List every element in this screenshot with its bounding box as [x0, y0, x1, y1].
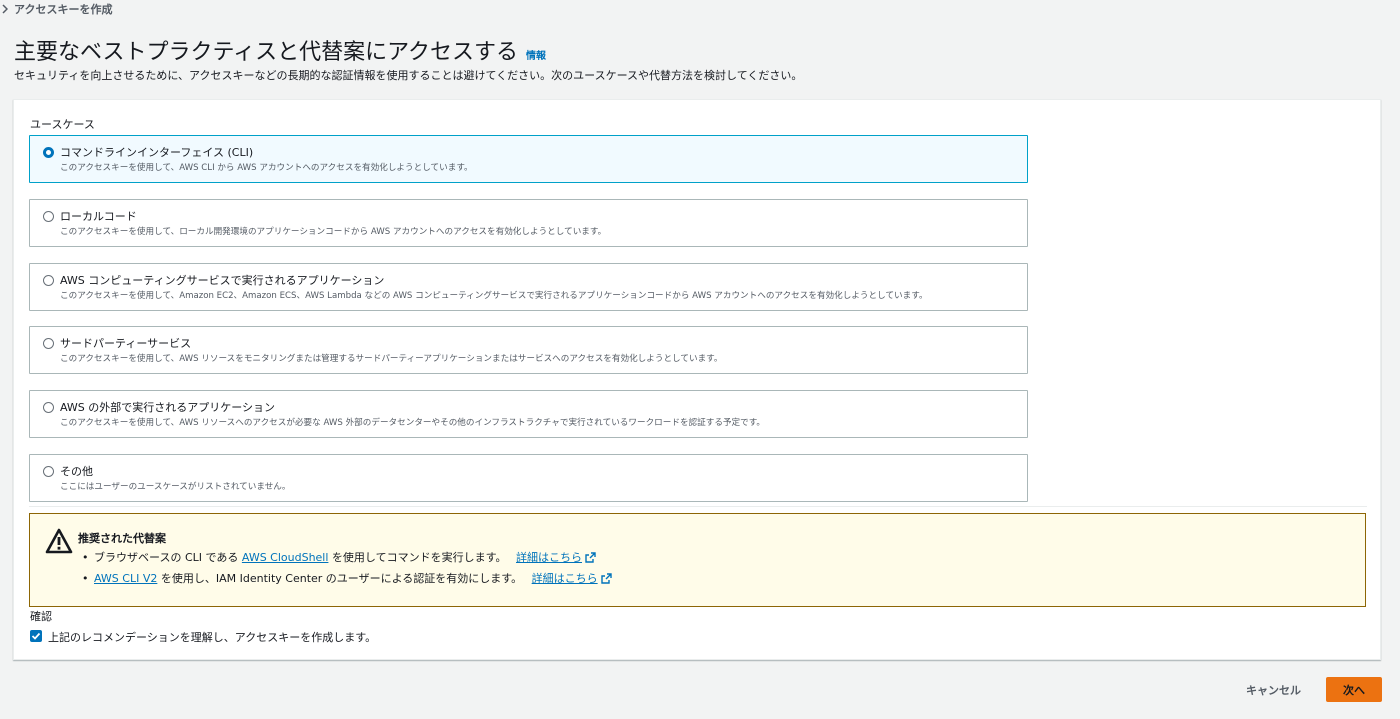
option-description: このアクセスキーを使用して、AWS リソースをモニタリングまたは管理するサードパ… — [60, 354, 723, 364]
option-description: ここにはユーザーのユースケースがリストされていません。 — [60, 482, 291, 492]
learn-more-link[interactable]: 詳細はこちら — [516, 551, 596, 564]
option-title: AWS コンピューティングサービスで実行されるアプリケーション — [60, 274, 385, 287]
page-title: 主要なベストプラクティスと代替案にアクセスする — [14, 40, 519, 65]
chevron-right-icon — [2, 4, 8, 14]
option-title: サードパーティーサービス — [60, 337, 192, 350]
use-case-option-aws-compute[interactable]: AWS コンピューティングサービスで実行されるアプリケーション このアクセスキー… — [29, 263, 1028, 311]
radio-button[interactable] — [43, 338, 54, 349]
option-description: このアクセスキーを使用して、Amazon EC2、Amazon ECS、AWS … — [60, 291, 928, 301]
radio-button[interactable] — [43, 211, 54, 222]
radio-button[interactable] — [43, 402, 54, 413]
option-title: AWS の外部で実行されるアプリケーション — [60, 401, 276, 414]
learn-more-link[interactable]: 詳細はこちら — [532, 572, 612, 585]
alert-title: 推奨された代替案 — [78, 532, 166, 545]
use-case-option-outside-aws[interactable]: AWS の外部で実行されるアプリケーション このアクセスキーを使用して、AWS … — [29, 390, 1028, 438]
cancel-button[interactable]: キャンセル — [1238, 678, 1309, 702]
alert-item-text: ブラウザベースの CLI である — [94, 551, 239, 564]
use-case-label: ユースケース — [30, 118, 95, 131]
confirm-checkbox-label[interactable]: 上記のレコメンデーションを理解し、アクセスキーを作成します。 — [48, 629, 376, 645]
alert-item-text: を使用してコマンドを実行します。 — [331, 551, 507, 564]
option-description: このアクセスキーを使用して、AWS リソースへのアクセスが必要な AWS 外部の… — [60, 418, 766, 428]
alert-item: AWS CLI V2 を使用し、IAM Identity Center のユーザ… — [82, 570, 612, 591]
option-description: このアクセスキーを使用して、ローカル開発環境のアプリケーションコードから AWS… — [60, 227, 607, 237]
option-title: コマンドラインインターフェイス (CLI) — [60, 146, 254, 159]
use-case-option-other[interactable]: その他 ここにはユーザーのユースケースがリストされていません。 — [29, 454, 1028, 502]
option-description: このアクセスキーを使用して、AWS CLI から AWS アカウントへのアクセス… — [60, 163, 473, 173]
radio-button[interactable] — [43, 147, 54, 158]
use-case-option-local-code[interactable]: ローカルコード このアクセスキーを使用して、ローカル開発環境のアプリケーションコ… — [29, 199, 1028, 247]
use-case-option-cli[interactable]: コマンドラインインターフェイス (CLI) このアクセスキーを使用して、AWS … — [29, 135, 1028, 183]
breadcrumb-item[interactable]: アクセスキーを作成 — [14, 1, 112, 17]
warning-icon — [45, 528, 73, 554]
confirm-label: 確認 — [30, 610, 52, 623]
confirm-checkbox[interactable] — [30, 630, 42, 642]
external-link-icon — [585, 552, 596, 563]
alert-item-text: を使用し、IAM Identity Center のユーザーによる認証を有効にし… — [160, 572, 523, 585]
divider — [29, 506, 1367, 507]
aws-cli-v2-link[interactable]: AWS CLI V2 — [94, 572, 157, 585]
check-icon — [31, 632, 41, 640]
info-link[interactable]: 情報 — [526, 47, 546, 62]
breadcrumb: アクセスキーを作成 — [2, 1, 112, 17]
learn-more-text: 詳細はこちら — [516, 551, 583, 564]
cloudshell-link[interactable]: AWS CloudShell — [242, 551, 329, 564]
external-link-icon — [600, 573, 612, 584]
option-title: その他 — [60, 465, 93, 478]
page-subtitle: セキュリティを向上させるために、アクセスキーなどの長期的な認証情報を使用すること… — [14, 69, 803, 82]
use-case-option-third-party[interactable]: サードパーティーサービス このアクセスキーを使用して、AWS リソースをモニタリ… — [29, 326, 1028, 374]
radio-button[interactable] — [43, 466, 54, 477]
use-case-panel: ユースケース コマンドラインインターフェイス (CLI) このアクセスキーを使用… — [13, 99, 1381, 660]
radio-button[interactable] — [43, 275, 54, 286]
option-title: ローカルコード — [60, 210, 137, 223]
alert-list: ブラウザベースの CLI である AWS CloudShell を使用してコマン… — [82, 549, 612, 591]
next-button[interactable]: 次へ — [1326, 677, 1382, 702]
alert-item: ブラウザベースの CLI である AWS CloudShell を使用してコマン… — [82, 549, 612, 570]
learn-more-text: 詳細はこちら — [531, 572, 598, 585]
recommended-alternatives-alert: 推奨された代替案 ブラウザベースの CLI である AWS CloudShell… — [29, 513, 1366, 607]
page-header: 主要なベストプラクティスと代替案にアクセスする 情報 — [14, 34, 546, 66]
